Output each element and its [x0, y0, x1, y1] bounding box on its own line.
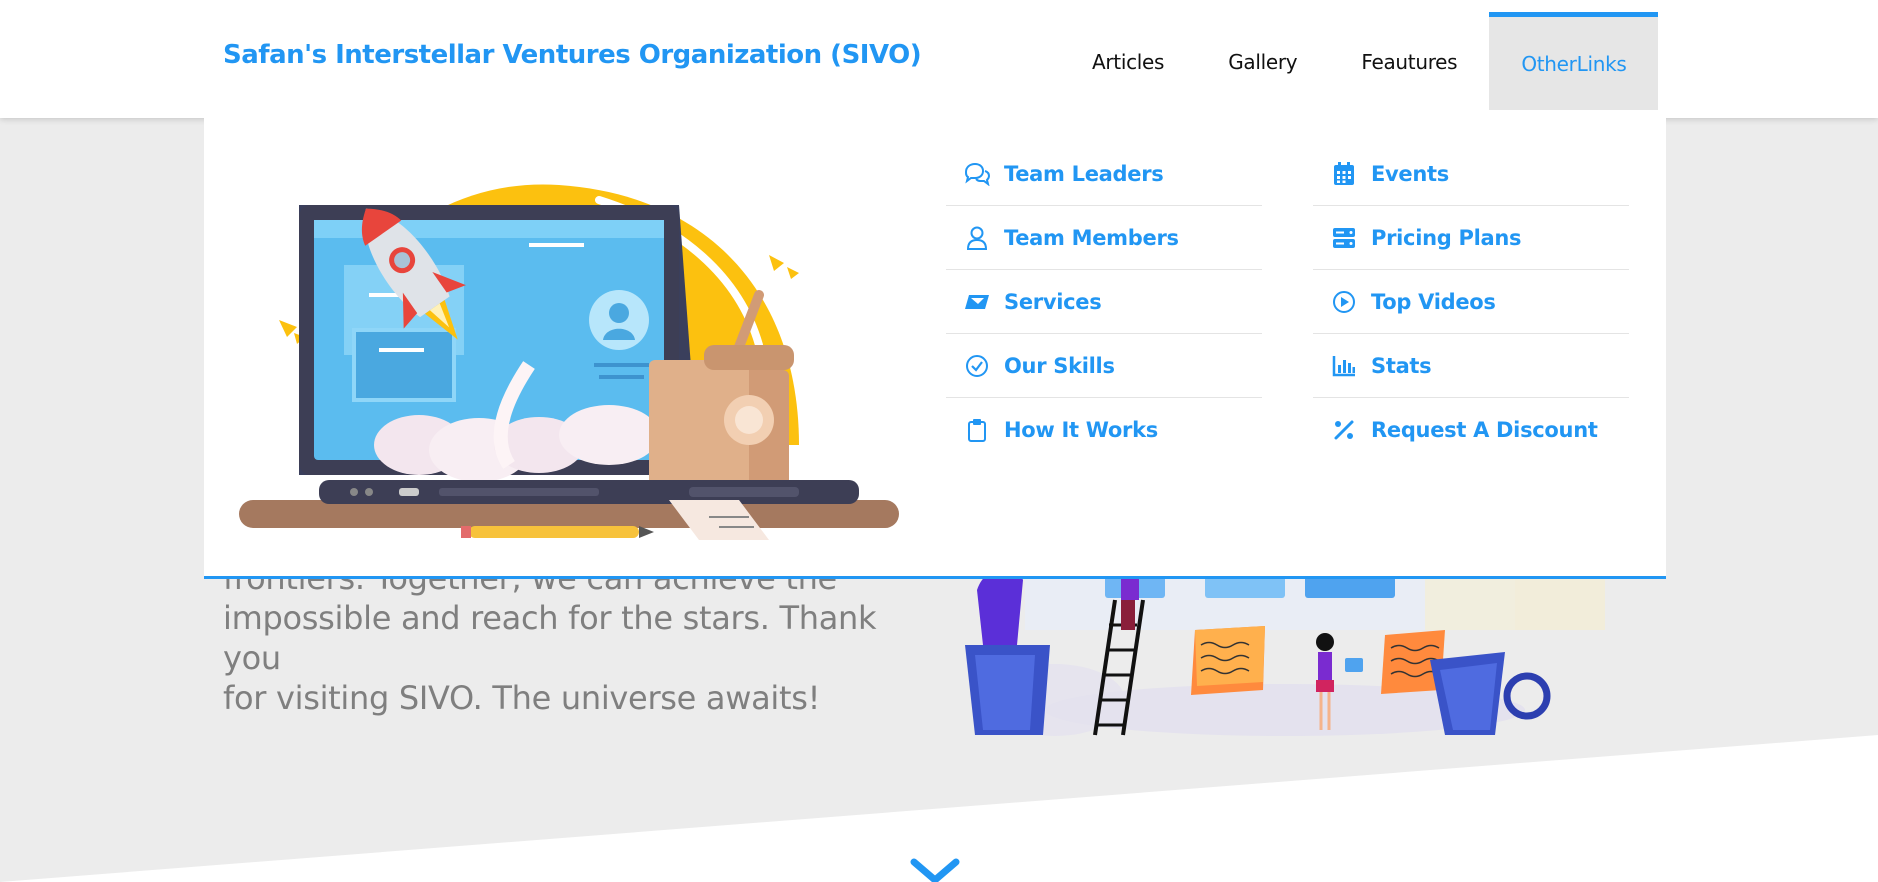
hero-line-3: for visiting SIVO. The universe awaits!	[223, 679, 821, 717]
links-column-2: Events Pricing Plans Top Videos Stats Re…	[1313, 142, 1629, 462]
link-how-it-works[interactable]: How It Works	[946, 398, 1262, 462]
link-label: How It Works	[1004, 418, 1158, 442]
nav-gallery[interactable]: Gallery	[1196, 12, 1329, 112]
hero-paragraph: frontiers. Together, we can achieve the …	[223, 558, 923, 718]
chevron-down-icon[interactable]	[910, 858, 960, 882]
link-label: Stats	[1371, 353, 1432, 378]
link-request-discount[interactable]: Request A Discount	[1313, 398, 1629, 462]
link-team-members[interactable]: Team Members	[946, 206, 1262, 270]
site-header: Safan's Interstellar Ventures Organizati…	[0, 0, 1878, 118]
hero-line-2: impossible and reach for the stars. Than…	[223, 599, 877, 677]
site-brand[interactable]: Safan's Interstellar Ventures Organizati…	[223, 40, 922, 70]
nav-articles[interactable]: Articles	[1060, 12, 1196, 112]
percent-icon	[1331, 417, 1357, 443]
rocket-laptop-illustration	[239, 184, 899, 540]
nav-otherlinks[interactable]: OtherLinks	[1489, 12, 1659, 112]
link-label: Team Members	[1004, 225, 1179, 250]
calendar-icon	[1331, 161, 1357, 187]
hero-team-illustration	[965, 560, 1605, 736]
chat-bubbles-icon	[964, 161, 990, 187]
link-our-skills[interactable]: Our Skills	[946, 334, 1262, 398]
link-services[interactable]: Services	[946, 270, 1262, 334]
link-label: Our Skills	[1004, 353, 1115, 378]
otherlinks-mega-menu: Team Leaders Team Members Services Our S…	[204, 110, 1666, 579]
link-pricing-plans[interactable]: Pricing Plans	[1313, 206, 1629, 270]
check-circle-icon	[964, 353, 990, 379]
link-label: Team Leaders	[1004, 161, 1164, 186]
links-column-1: Team Leaders Team Members Services Our S…	[946, 142, 1262, 462]
link-label: Top Videos	[1371, 289, 1496, 314]
link-label: Pricing Plans	[1371, 225, 1522, 250]
link-label: Services	[1004, 289, 1102, 314]
link-stats[interactable]: Stats	[1313, 334, 1629, 398]
nav-features[interactable]: Feautures	[1329, 12, 1489, 112]
clipboard-icon	[964, 417, 990, 443]
link-label: Events	[1371, 161, 1449, 186]
link-events[interactable]: Events	[1313, 142, 1629, 206]
link-label: Request A Discount	[1371, 418, 1598, 442]
link-top-videos[interactable]: Top Videos	[1313, 270, 1629, 334]
main-nav: Articles Gallery Feautures OtherLinks	[1060, 12, 1659, 112]
server-icon	[1331, 225, 1357, 251]
link-team-leaders[interactable]: Team Leaders	[946, 142, 1262, 206]
user-icon	[964, 225, 990, 251]
postal-envelope-icon	[964, 289, 990, 315]
bar-chart-icon	[1331, 353, 1357, 379]
play-circle-icon	[1331, 289, 1357, 315]
